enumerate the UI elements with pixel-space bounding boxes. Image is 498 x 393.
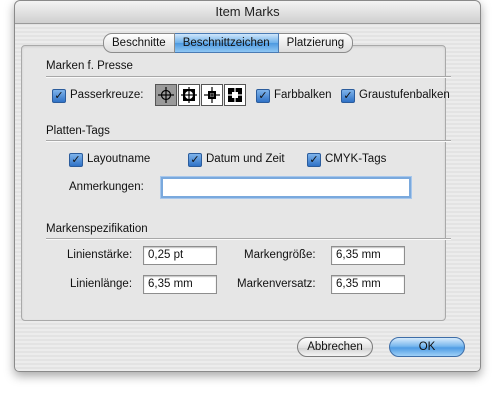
mark-size-label: Markengröße: (244, 249, 316, 261)
line-length-label: Linienlänge: (70, 278, 133, 290)
tab-beschnittzeichen[interactable]: Beschnittzeichen (174, 33, 279, 53)
mark-offset-label: Markenversatz: (237, 278, 316, 290)
cmyk-tags-checkbox[interactable]: ✓ (307, 153, 321, 167)
color-bars-label: Farbbalken (274, 89, 332, 101)
notes-label: Anmerkungen: (69, 181, 144, 193)
press-marks-section-title: Marken f. Presse (46, 60, 133, 72)
registration-style-box-button[interactable] (178, 84, 200, 106)
registration-box-icon (181, 87, 197, 103)
registration-marks-label: Passerkreuze: (70, 89, 144, 101)
color-bars-checkbox[interactable]: ✓ (256, 89, 270, 103)
layout-name-label: Layoutname (87, 153, 151, 165)
tab-beschnitte[interactable]: Beschnitte (103, 33, 175, 53)
registration-marks-checkbox[interactable]: ✓ (52, 89, 66, 103)
tab-platzierung[interactable]: Platzierung (278, 33, 354, 53)
window-title: Item Marks (15, 1, 480, 24)
cmyk-tags-label: CMYK-Tags (325, 153, 387, 165)
crosshair-circle-icon (158, 87, 174, 103)
line-weight-field[interactable]: 0,25 pt (143, 246, 217, 265)
registration-style-filled-button[interactable] (224, 84, 246, 106)
date-time-label: Datum und Zeit (206, 153, 285, 165)
gray-bars-label: Graustufenbalken (359, 89, 450, 101)
registration-style-center-button[interactable] (201, 84, 223, 106)
layout-name-checkbox[interactable]: ✓ (69, 153, 83, 167)
registration-center-icon (204, 87, 220, 103)
registration-filled-icon (227, 87, 243, 103)
mark-spec-section-title: Markenspezifikation (46, 223, 148, 235)
mark-size-field[interactable]: 6,35 mm (331, 246, 405, 265)
plate-tags-section-title: Platten-Tags (46, 125, 110, 137)
section-divider (46, 76, 451, 78)
ok-button[interactable]: OK (389, 337, 465, 357)
cancel-button[interactable]: Abbrechen (297, 337, 373, 357)
tab-bar: Beschnitte Beschnittzeichen Platzierung (103, 33, 354, 53)
notes-input[interactable] (161, 177, 411, 198)
section-divider (46, 238, 451, 240)
mark-offset-field[interactable]: 6,35 mm (331, 275, 405, 294)
registration-style-crosshair-button[interactable] (155, 84, 177, 106)
line-length-field[interactable]: 6,35 mm (143, 275, 217, 294)
line-weight-label: Linienstärke: (67, 249, 133, 261)
gray-bars-checkbox[interactable]: ✓ (341, 89, 355, 103)
date-time-checkbox[interactable]: ✓ (188, 153, 202, 167)
section-divider (46, 140, 451, 142)
